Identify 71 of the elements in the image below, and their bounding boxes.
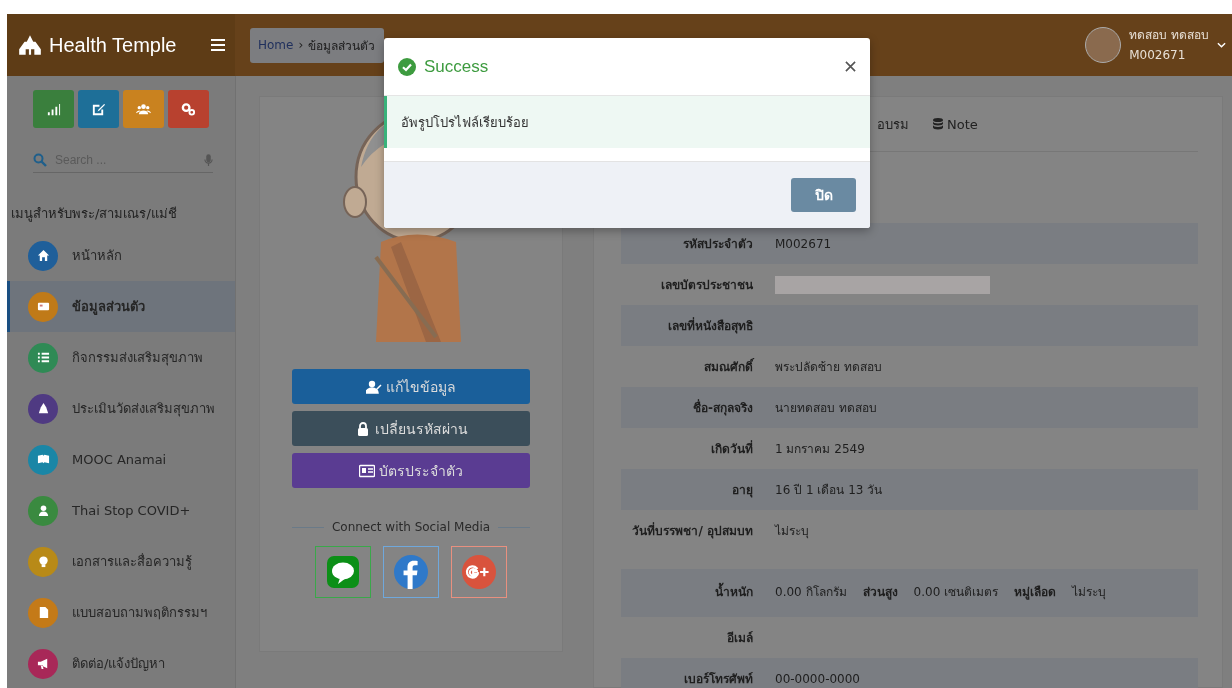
group-button[interactable] (123, 90, 164, 128)
google-plus-icon (462, 555, 496, 589)
sidebar-item[interactable]: หน้าหลัก (7, 230, 235, 281)
close-icon[interactable] (845, 61, 856, 72)
field-value: นายทดสอบ ทดสอบ (775, 400, 877, 417)
brand-name[interactable]: Health Temple (49, 33, 205, 57)
field-value: ไม่ระบุ (775, 523, 809, 541)
chat-bubble-icon (327, 556, 359, 588)
field-value: 00-0000-0000 (775, 671, 860, 688)
user-edit-icon (366, 379, 382, 394)
field-value: M002671 (775, 236, 832, 253)
sidebar-item[interactable]: ประเมินวัดส่งเสริมสุขภาพ (7, 383, 235, 434)
field-label: ชื่อ-สกุลจริง (692, 399, 753, 418)
menu-heading: เมนูสำหรับพระ/สามเณร/แม่ชี (11, 205, 178, 224)
field-label: หมู่เลือด (1014, 584, 1057, 602)
breadcrumb-separator-icon: › (298, 38, 304, 52)
user-name: ทดสอบ ทดสอบ (1129, 27, 1209, 44)
sidebar-item[interactable]: กิจกรรมส่งเสริมสุขภาพ (7, 332, 235, 383)
social-heading: Connect with Social Media (331, 520, 491, 534)
settings-button[interactable] (168, 90, 209, 128)
field-label: รหัสประจำตัว (682, 236, 753, 253)
breadcrumb-current: ข้อมูลส่วนตัว (308, 37, 376, 55)
alert-message: อัพรูปโปรไฟล์เรียบร้อย (401, 113, 529, 133)
field-value: 1 มกราคม 2549 (775, 441, 865, 458)
sidebar-item[interactable]: ติดต่อ/แจ้งปัญหา (7, 638, 235, 688)
field-label: วันที่บรรพชา/ อุปสมบท (631, 522, 753, 541)
temple-logo-icon (17, 34, 43, 56)
sidebar-item[interactable]: เอกสารและสื่อความรู้ (7, 536, 235, 587)
action-button[interactable]: เปลี่ยนรหัสผ่าน (292, 411, 530, 446)
bar-chart-icon (46, 101, 61, 117)
user-avatar[interactable] (1085, 27, 1122, 63)
edit-icon (91, 101, 106, 117)
google-plus-button[interactable] (451, 546, 507, 598)
field-value: 16 ปี 1 เดือน 13 วัน (775, 482, 883, 499)
sidebar-item[interactable]: Thai Stop COVID+ (7, 485, 235, 536)
field-label: เบอร์โทรศัพท์ (683, 671, 753, 688)
field-label: เลขบัตรประชาชน (660, 277, 753, 294)
field-label: ส่วนสูง (862, 584, 898, 602)
tab[interactable]: Note (933, 116, 978, 132)
field-label: เกิดวันที่ (710, 440, 753, 458)
settings-icon (181, 101, 196, 117)
menu-icon[interactable] (211, 39, 225, 51)
tab[interactable]: อบรม (877, 113, 909, 135)
field-value: 0.00 กิโลกรัม (775, 584, 847, 601)
field-label: อีเมล์ (726, 630, 753, 647)
breadcrumb-link[interactable]: Home (258, 38, 294, 52)
field-label: เลขที่หนังสือสุทธิ (667, 317, 753, 336)
sidebar-item[interactable]: MOOC Anamai (7, 434, 235, 485)
check-circle-icon (398, 57, 416, 76)
field-label: น้ำหนัก (621, 583, 753, 602)
action-button[interactable]: บัตรประจำตัว (292, 453, 530, 488)
field-value: พระปลัดซ้าย ทดสอบ (775, 359, 882, 376)
field-value: ไม่ระบุ (1072, 584, 1107, 602)
dialog-title: Success (424, 56, 490, 77)
sidebar-item[interactable]: แบบสอบถามพฤติกรรมฯ (7, 587, 235, 638)
facebook-button[interactable] (383, 546, 439, 598)
edit-button[interactable] (78, 90, 119, 128)
group-icon (136, 101, 151, 117)
user-id: M002671 (1129, 47, 1187, 64)
sidebar-item[interactable]: ข้อมูลส่วนตัว (7, 281, 235, 332)
action-button[interactable]: แก้ไขข้อมูล (292, 369, 530, 404)
facebook-icon (394, 555, 428, 589)
id-card-icon (359, 463, 375, 478)
search-icon (33, 153, 47, 167)
field-label: สมณศักดิ์ (703, 358, 753, 376)
field-value: 0.00 เซนติเมตร (913, 584, 999, 601)
line-button[interactable] (315, 546, 371, 598)
close-button[interactable]: ปิด (791, 178, 856, 212)
field-label: อายุ (731, 482, 753, 500)
stats-button[interactable] (33, 90, 74, 128)
chevron-down-icon[interactable] (1217, 42, 1226, 48)
